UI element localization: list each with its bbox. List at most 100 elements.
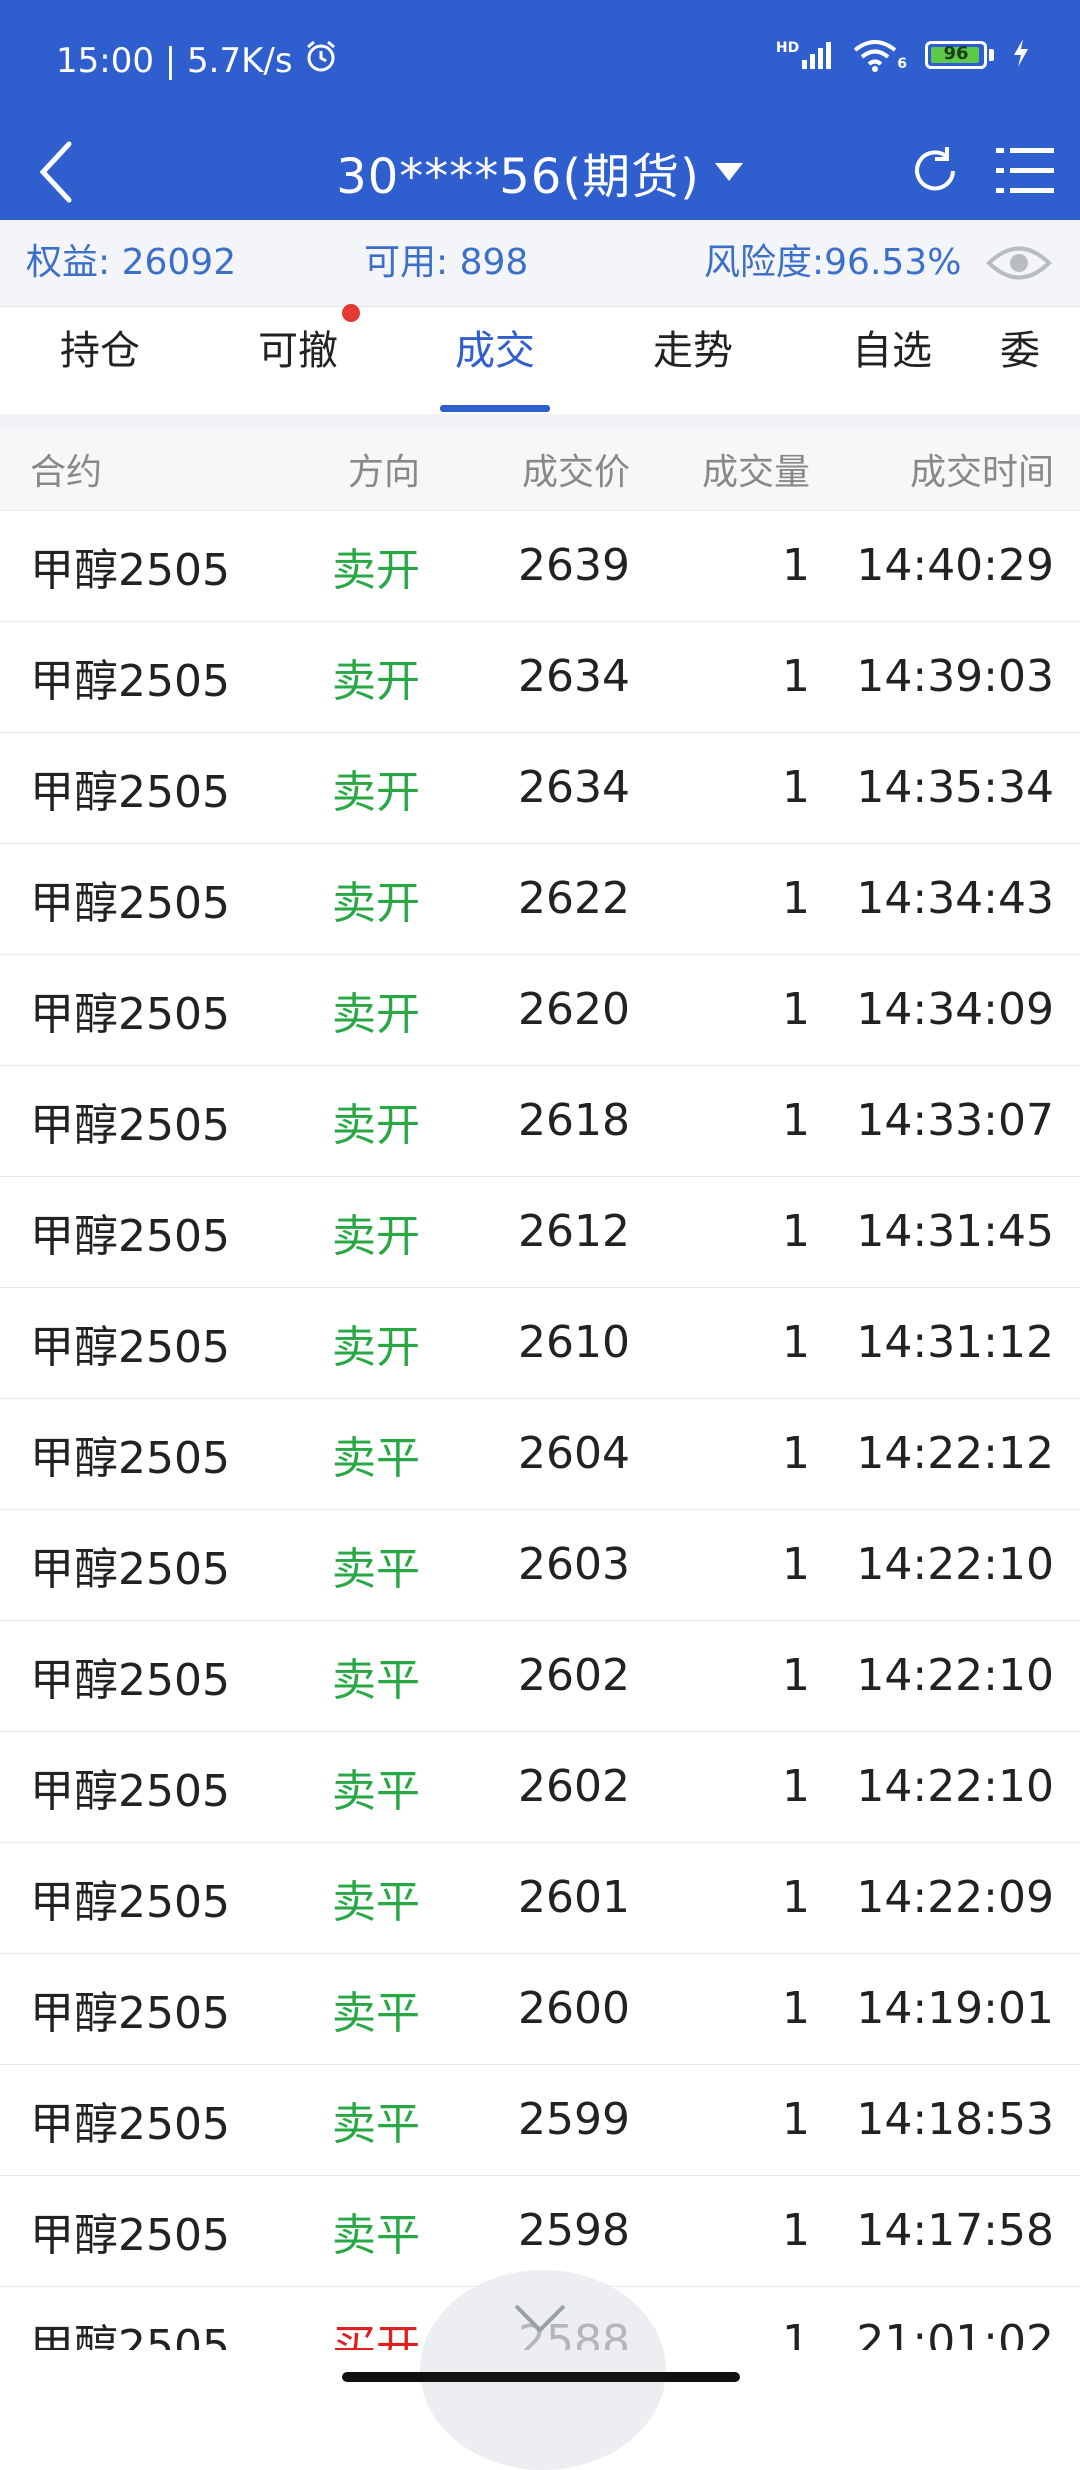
cell-quantity: 1	[782, 651, 810, 702]
cell-direction: 卖平	[332, 1876, 420, 1928]
cell-contract: 甲醇2505	[30, 988, 230, 1040]
cell-direction: 卖开	[332, 877, 420, 929]
cell-quantity: 1	[782, 1761, 810, 1812]
table-row[interactable]: 甲醇2505 卖开 2612 1 14:31:45	[0, 1176, 1080, 1288]
tab-label: 成交	[455, 328, 535, 374]
cell-price: 2602	[518, 1761, 630, 1812]
cell-direction: 卖平	[332, 1543, 420, 1595]
account-info-bar: 权益: 26092 可用: 898 风险度:96.53%	[0, 220, 1080, 306]
table-row[interactable]: 甲醇2505 卖开 2639 1 14:40:29	[0, 510, 1080, 622]
header-price[interactable]: 成交价	[450, 428, 630, 510]
table-row[interactable]: 甲醇2505 卖平 2603 1 14:22:10	[0, 1509, 1080, 1621]
cell-price: 2600	[518, 1983, 630, 2034]
table-row[interactable]: 甲醇2505 卖平 2599 1 14:18:53	[0, 2064, 1080, 2176]
cell-price: 2610	[518, 1317, 630, 1368]
table-row[interactable]: 甲醇2505 卖开 2634 1 14:35:34	[0, 732, 1080, 844]
cell-time: 14:34:09	[856, 984, 1054, 1035]
battery-icon: 96	[925, 41, 987, 69]
cell-direction: 卖开	[332, 988, 420, 1040]
header-direction[interactable]: 方向	[300, 428, 420, 510]
tab-label: 委	[1000, 328, 1040, 374]
tab-bar: 持仓 可撤 成交 走势 自选 委	[0, 306, 1080, 415]
cell-quantity: 1	[782, 540, 810, 591]
equity-value: 权益: 26092	[26, 242, 237, 283]
signal-hd-label: HD	[775, 40, 800, 56]
cell-time: 14:31:12	[856, 1317, 1054, 1368]
triangle-down-icon	[714, 163, 743, 181]
tab-positions[interactable]: 持仓	[20, 307, 180, 415]
table-row[interactable]: 甲醇2505 卖平 2600 1 14:19:01	[0, 1953, 1080, 2065]
header-time[interactable]: 成交时间	[810, 428, 1054, 510]
cell-contract: 甲醇2505	[30, 877, 230, 929]
chevron-down-icon	[514, 2304, 566, 2333]
cell-contract: 甲醇2505	[30, 544, 230, 596]
cell-contract: 甲醇2505	[30, 2098, 230, 2150]
cell-price: 2622	[518, 873, 630, 924]
visibility-toggle[interactable]	[986, 240, 1052, 286]
cell-quantity: 1	[782, 1650, 810, 1701]
table-row[interactable]: 甲醇2505 卖开 2618 1 14:33:07	[0, 1065, 1080, 1177]
tab-trend[interactable]: 走势	[613, 307, 773, 415]
table-header: 合约 方向 成交价 成交量 成交时间	[0, 428, 1080, 511]
list-menu-icon	[996, 148, 1054, 193]
cell-price: 2634	[518, 651, 630, 702]
cell-time: 14:22:10	[856, 1650, 1054, 1701]
trade-list[interactable]: 甲醇2505 卖开 2639 1 14:40:29 甲醇2505 卖开 2634 1 14:39:…	[0, 510, 1080, 2350]
charging-bolt-icon	[1012, 38, 1030, 72]
table-row[interactable]: 甲醇2505 卖平 2601 1 14:22:09	[0, 1842, 1080, 1954]
table-row[interactable]: 甲醇2505 卖平 2602 1 14:22:10	[0, 1620, 1080, 1732]
cell-time: 14:17:58	[856, 2205, 1054, 2256]
notification-badge	[342, 304, 360, 322]
tab-cancelable[interactable]: 可撤	[218, 307, 378, 415]
battery-level: 96	[943, 43, 969, 64]
cell-price: 2612	[518, 1206, 630, 1257]
title-bar: 30****56(期货)	[0, 124, 1080, 220]
header-quantity[interactable]: 成交量	[650, 428, 810, 510]
cell-contract: 甲醇2505	[30, 1210, 230, 1262]
cell-price: 2618	[518, 1095, 630, 1146]
refresh-button[interactable]	[902, 138, 968, 204]
cell-direction: 买开	[332, 2320, 420, 2351]
cell-direction: 卖平	[332, 1432, 420, 1484]
wifi-label: 6	[897, 56, 907, 72]
cell-time: 14:33:07	[856, 1095, 1054, 1146]
cell-quantity: 1	[782, 1317, 810, 1368]
tab-orders[interactable]: 委	[1000, 307, 1080, 415]
cell-direction: 卖平	[332, 2209, 420, 2261]
tab-watchlist[interactable]: 自选	[812, 307, 972, 415]
cell-quantity: 1	[782, 762, 810, 813]
available-value: 可用: 898	[364, 242, 529, 283]
active-tab-indicator	[440, 405, 550, 412]
table-row[interactable]: 甲醇2505 卖开 2634 1 14:39:03	[0, 621, 1080, 733]
table-row[interactable]: 甲醇2505 卖平 2604 1 14:22:12	[0, 1398, 1080, 1510]
cell-direction: 卖平	[332, 2098, 420, 2150]
cell-quantity: 1	[782, 984, 810, 1035]
cell-direction: 卖开	[332, 1210, 420, 1262]
cell-contract: 甲醇2505	[30, 1543, 230, 1595]
gesture-nav-bar[interactable]	[342, 2372, 740, 2382]
cell-quantity: 1	[782, 1095, 810, 1146]
refresh-icon	[915, 147, 955, 191]
cell-direction: 卖开	[332, 1321, 420, 1373]
cell-time: 14:31:45	[856, 1206, 1054, 1257]
table-row[interactable]: 甲醇2505 卖开 2620 1 14:34:09	[0, 954, 1080, 1066]
cell-price: 2603	[518, 1539, 630, 1590]
cell-quantity: 1	[782, 2316, 810, 2350]
tab-trades[interactable]: 成交	[415, 307, 575, 415]
cell-quantity: 1	[782, 1983, 810, 2034]
menu-button[interactable]	[992, 138, 1058, 204]
status-time-speed: 15:00 | 5.7K/s	[56, 40, 293, 81]
wifi-icon: 6	[853, 38, 907, 72]
cell-time: 14:22:12	[856, 1428, 1054, 1479]
status-right: HD 6 96	[776, 38, 1030, 72]
table-row[interactable]: 甲醇2505 卖开 2622 1 14:34:43	[0, 843, 1080, 955]
header-contract[interactable]: 合约	[30, 428, 290, 510]
tab-label: 持仓	[60, 328, 140, 374]
cell-direction: 卖平	[332, 1654, 420, 1706]
cell-price: 2634	[518, 762, 630, 813]
table-row[interactable]: 甲醇2505 卖开 2610 1 14:31:12	[0, 1287, 1080, 1399]
cell-contract: 甲醇2505	[30, 1987, 230, 2039]
cell-time: 14:22:09	[856, 1872, 1054, 1923]
table-row[interactable]: 甲醇2505 卖平 2602 1 14:22:10	[0, 1731, 1080, 1843]
page-title: 30****56(期货)	[336, 149, 700, 205]
